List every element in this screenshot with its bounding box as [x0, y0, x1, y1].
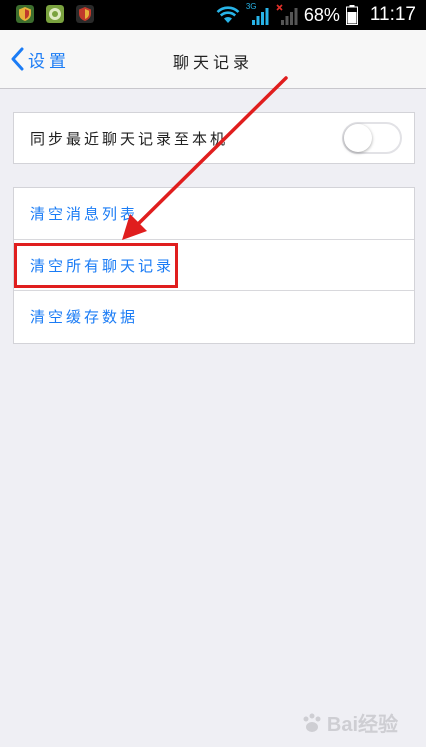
clock: 11:17: [369, 4, 416, 25]
battery-icon: [345, 5, 358, 25]
watermark-text: Bai经验: [326, 714, 398, 736]
clear-message-list-row[interactable]: 清空消息列表: [14, 188, 414, 239]
system-indicators: 3G 68% 11:17: [216, 2, 416, 27]
sync-history-label: 同步最近聊天记录至本机: [30, 130, 229, 148]
watermark: Bai经验: [301, 708, 398, 737]
sync-settings-group: 同步最近聊天记录至本机: [13, 112, 415, 164]
toggle-knob: [344, 124, 372, 152]
sync-history-row: 同步最近聊天记录至本机: [14, 113, 414, 164]
sync-history-toggle[interactable]: [342, 122, 402, 154]
clear-cache-data-row[interactable]: 清空缓存数据: [14, 290, 414, 341]
paw-icon: [303, 713, 321, 732]
clear-cache-data-label: 清空缓存数据: [30, 307, 139, 326]
battery-percent: 68%: [303, 5, 340, 25]
signal-3g-icon: 3G: [246, 2, 270, 26]
navigation-bar: 设置 聊天记录: [0, 30, 426, 89]
page-title: 聊天记录: [172, 53, 253, 72]
shield-icon: [16, 5, 34, 23]
android-icon: [46, 5, 64, 23]
notification-icons: [16, 5, 94, 23]
annotation-highlight-box: [14, 243, 178, 288]
shield-icon: [76, 5, 94, 23]
clear-message-list-label: 清空消息列表: [30, 205, 139, 223]
wifi-icon: [216, 6, 240, 23]
status-bar: 3G 68% 11:17: [0, 0, 426, 30]
signal-no-service-icon: [276, 4, 298, 26]
